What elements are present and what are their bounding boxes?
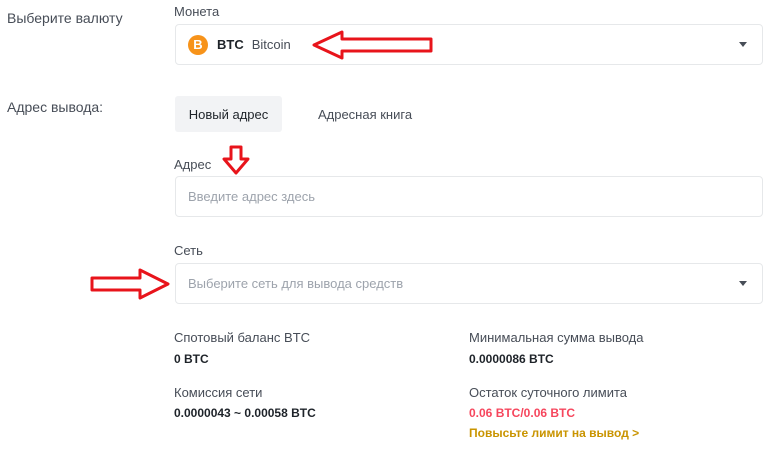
coin-symbol: BTC [217,37,244,52]
address-placeholder: Введите адрес здесь [188,189,316,204]
network-placeholder: Выберите сеть для вывода средств [188,276,404,291]
coin-select[interactable]: B BTC Bitcoin [175,24,763,65]
network-field-label: Сеть [174,243,203,258]
coin-field-label: Монета [174,4,220,19]
raise-limit-link[interactable]: Повысьте лимит на вывод > [469,426,639,440]
coin-name: Bitcoin [251,37,291,52]
address-field-label: Адрес [174,157,212,172]
daily-limit-label: Остаток суточного лимита [469,385,628,400]
select-currency-label: Выберите валюту [7,10,123,26]
annotation-arrow-down-icon [222,145,250,175]
caret-down-icon[interactable] [739,281,747,286]
spot-balance-label: Спотовый баланс BTC [174,330,311,345]
tab-new-address[interactable]: Новый адрес [175,96,282,132]
network-fee-value: 0.0000043 ~ 0.00058 BTC [174,406,316,420]
spot-balance-value: 0 BTC [174,352,209,366]
tab-address-book[interactable]: Адресная книга [300,96,430,132]
network-fee-label: Комиссия сети [174,385,263,400]
bitcoin-icon: B [188,34,208,55]
address-input[interactable]: Введите адрес здесь [175,176,763,217]
caret-down-icon[interactable] [739,42,747,47]
network-select[interactable]: Выберите сеть для вывода средств [175,263,763,304]
daily-limit-value: 0.06 BTC/0.06 BTC [469,406,576,420]
min-withdraw-label: Минимальная сумма вывода [469,330,644,345]
withdraw-address-label: Адрес вывода: [7,99,104,115]
annotation-arrow-left-icon [312,30,433,60]
withdraw-form: Выберите валюту Монета B BTC Bitcoin Адр… [0,0,775,449]
annotation-arrow-right-icon [90,268,170,300]
min-withdraw-value: 0.0000086 BTC [469,352,554,366]
